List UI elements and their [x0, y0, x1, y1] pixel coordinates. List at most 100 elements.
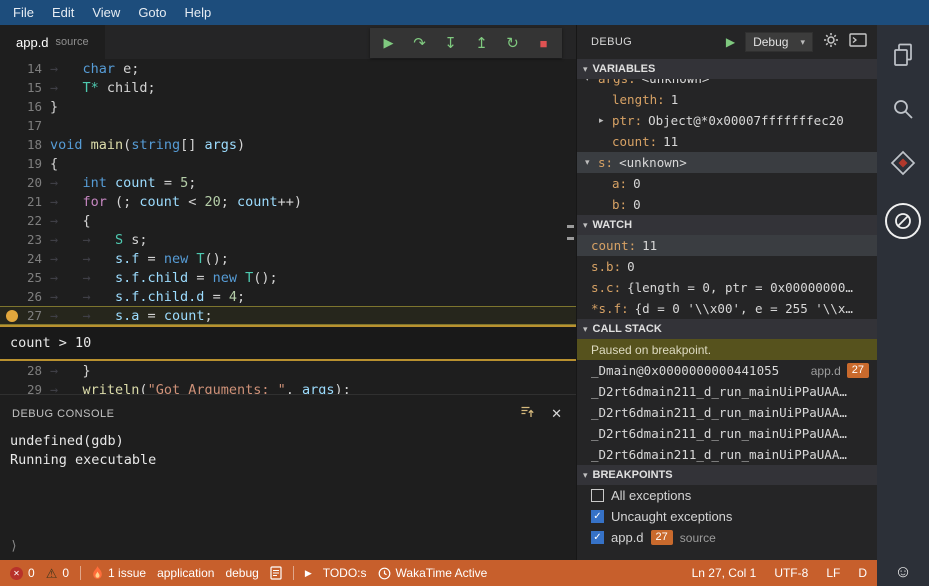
line-number[interactable]: 25: [0, 270, 50, 285]
console-prompt[interactable]: ⟩: [10, 539, 18, 554]
debug-disabled-icon[interactable]: [885, 203, 921, 239]
watch-row[interactable]: *s.f: {d = 0 '\\x00', e = 255 '\\x…: [577, 298, 877, 319]
start-debug-icon[interactable]: ▶: [726, 35, 735, 49]
gear-icon[interactable]: [823, 32, 839, 53]
output-doc-icon[interactable]: [270, 566, 282, 580]
code-line[interactable]: 21 → for (; count < 20; count++): [0, 192, 576, 211]
debug-profile-select[interactable]: Debug ▾: [745, 32, 813, 52]
breakpoint-row[interactable]: All exceptions: [577, 485, 877, 506]
variable-value: 1: [670, 92, 679, 107]
twistie-icon[interactable]: ▾: [585, 157, 598, 168]
problems-warnings[interactable]: ⚠ 0: [46, 566, 69, 580]
code-line[interactable]: 14 → char e;: [0, 59, 576, 78]
watch-row[interactable]: count: 11: [577, 235, 877, 256]
launch-config-application[interactable]: application: [157, 566, 214, 580]
open-log-icon[interactable]: [520, 404, 535, 424]
code-line[interactable]: 25 → → s.f.child = new T();: [0, 268, 576, 287]
variable-row[interactable]: a: 0: [577, 173, 877, 194]
explorer-icon[interactable]: [889, 41, 917, 69]
menu-item-file[interactable]: File: [4, 3, 43, 22]
code-line[interactable]: 27 → → s.a = count;: [0, 306, 576, 325]
variable-row[interactable]: ▸ ptr: Object@*0x00007fffffffec20: [577, 110, 877, 131]
step-into-button[interactable]: ↧: [435, 34, 466, 52]
line-number[interactable]: 21: [0, 194, 50, 209]
debug-console-icon[interactable]: [849, 32, 867, 52]
line-number[interactable]: 22: [0, 213, 50, 228]
variable-row[interactable]: count: 11: [577, 131, 877, 152]
tab-app-d[interactable]: app.d source: [0, 25, 105, 59]
line-number[interactable]: 24: [0, 251, 50, 266]
stop-button[interactable]: ■: [528, 36, 559, 51]
stack-frame[interactable]: _D2rt6dmain211_d_run_mainUiPPaUAA…: [577, 444, 877, 465]
todo-status[interactable]: TODO:s: [323, 566, 367, 580]
feedback-smiley-icon[interactable]: ☺: [877, 562, 929, 582]
section-header-watch[interactable]: ▾ WATCH: [577, 215, 877, 235]
stack-frame[interactable]: _Dmain@0x0000000000441055 app.d 27: [577, 360, 877, 381]
code-line[interactable]: 19{: [0, 154, 576, 173]
console-output[interactable]: undefined(gdb) Running executable: [0, 428, 576, 470]
code-line[interactable]: 24 → → s.f = new T();: [0, 249, 576, 268]
stack-frame[interactable]: _D2rt6dmain211_d_run_mainUiPPaUAA…: [577, 402, 877, 423]
line-number[interactable]: 20: [0, 175, 50, 190]
section-header-variables[interactable]: ▾ VARIABLES: [577, 59, 877, 79]
run-icon[interactable]: ▶: [305, 568, 312, 579]
close-panel-icon[interactable]: ✕: [551, 406, 562, 422]
line-number[interactable]: 28: [0, 363, 50, 378]
problems-errors[interactable]: ✕ 0: [10, 566, 35, 580]
variable-value: {d = 0 '\\x00', e = 255 '\\x…: [634, 301, 853, 316]
continue-button[interactable]: ▶: [373, 35, 404, 51]
menu-item-view[interactable]: View: [83, 3, 129, 22]
issues-status[interactable]: 1 issue: [92, 566, 146, 580]
section-header-breakpoints[interactable]: ▾ BREAKPOINTS: [577, 465, 877, 485]
line-number[interactable]: 16: [0, 99, 50, 114]
menu-item-edit[interactable]: Edit: [43, 3, 83, 22]
line-number[interactable]: 19: [0, 156, 50, 171]
line-number[interactable]: 23: [0, 232, 50, 247]
code-line[interactable]: 18 void main(string[] args): [0, 135, 576, 154]
dlang-diamond-icon[interactable]: [889, 149, 917, 177]
code-line[interactable]: 23 → → S s;: [0, 230, 576, 249]
code-line[interactable]: 28 → }: [0, 361, 576, 380]
breakpoint-row[interactable]: ✓ Uncaught exceptions: [577, 506, 877, 527]
menu-item-help[interactable]: Help: [176, 3, 221, 22]
step-out-button[interactable]: ↥: [466, 34, 497, 52]
checkbox-checked[interactable]: ✓: [591, 531, 604, 544]
twistie-icon[interactable]: ▸: [599, 115, 612, 126]
step-over-button[interactable]: ↷: [404, 34, 435, 52]
code-line[interactable]: 22 → {: [0, 211, 576, 230]
variable-row[interactable]: ▾ s: <unknown>: [577, 152, 877, 173]
code-line[interactable]: 16}: [0, 97, 576, 116]
watch-row[interactable]: s.b: 0: [577, 256, 877, 277]
variable-row[interactable]: b: 0: [577, 194, 877, 215]
line-number[interactable]: 26: [0, 289, 50, 304]
section-header-call-stack[interactable]: ▾ CALL STACK: [577, 319, 877, 339]
breakpoint-row[interactable]: ✓ app.d 27 source: [577, 527, 877, 548]
variable-row[interactable]: length: 1: [577, 89, 877, 110]
variable-value: 11: [663, 134, 679, 149]
line-number[interactable]: 17: [0, 118, 50, 133]
checkbox-unchecked[interactable]: [591, 489, 604, 502]
wakatime-status[interactable]: WakaTime Active: [378, 566, 487, 580]
code-line[interactable]: 15 → T* child;: [0, 78, 576, 97]
checkbox-checked[interactable]: ✓: [591, 510, 604, 523]
restart-button[interactable]: ↻: [497, 34, 528, 52]
launch-config-debug[interactable]: debug: [225, 566, 258, 580]
stack-frame[interactable]: _D2rt6dmain211_d_run_mainUiPPaUAA…: [577, 381, 877, 402]
line-number[interactable]: 18: [0, 137, 50, 152]
menu-item-goto[interactable]: Goto: [129, 3, 175, 22]
code-line[interactable]: 17: [0, 116, 576, 135]
language-mode[interactable]: D: [858, 566, 867, 580]
encoding[interactable]: UTF-8: [774, 566, 808, 580]
breakpoint-icon[interactable]: [6, 310, 18, 322]
code-line[interactable]: 26 → → s.f.child.d = 4;: [0, 287, 576, 306]
stack-frame[interactable]: _D2rt6dmain211_d_run_mainUiPPaUAA…: [577, 423, 877, 444]
eol-type[interactable]: LF: [826, 566, 840, 580]
code-line[interactable]: 20 → int count = 5;: [0, 173, 576, 192]
cursor-position[interactable]: Ln 27, Col 1: [692, 566, 757, 580]
line-number[interactable]: 15: [0, 80, 50, 95]
watch-row[interactable]: s.c: {length = 0, ptr = 0x00000000…: [577, 277, 877, 298]
search-icon[interactable]: [889, 95, 917, 123]
line-number[interactable]: 14: [0, 61, 50, 76]
section-title: CALL STACK: [592, 323, 662, 335]
breakpoint-condition-widget[interactable]: count > 10: [0, 325, 576, 361]
